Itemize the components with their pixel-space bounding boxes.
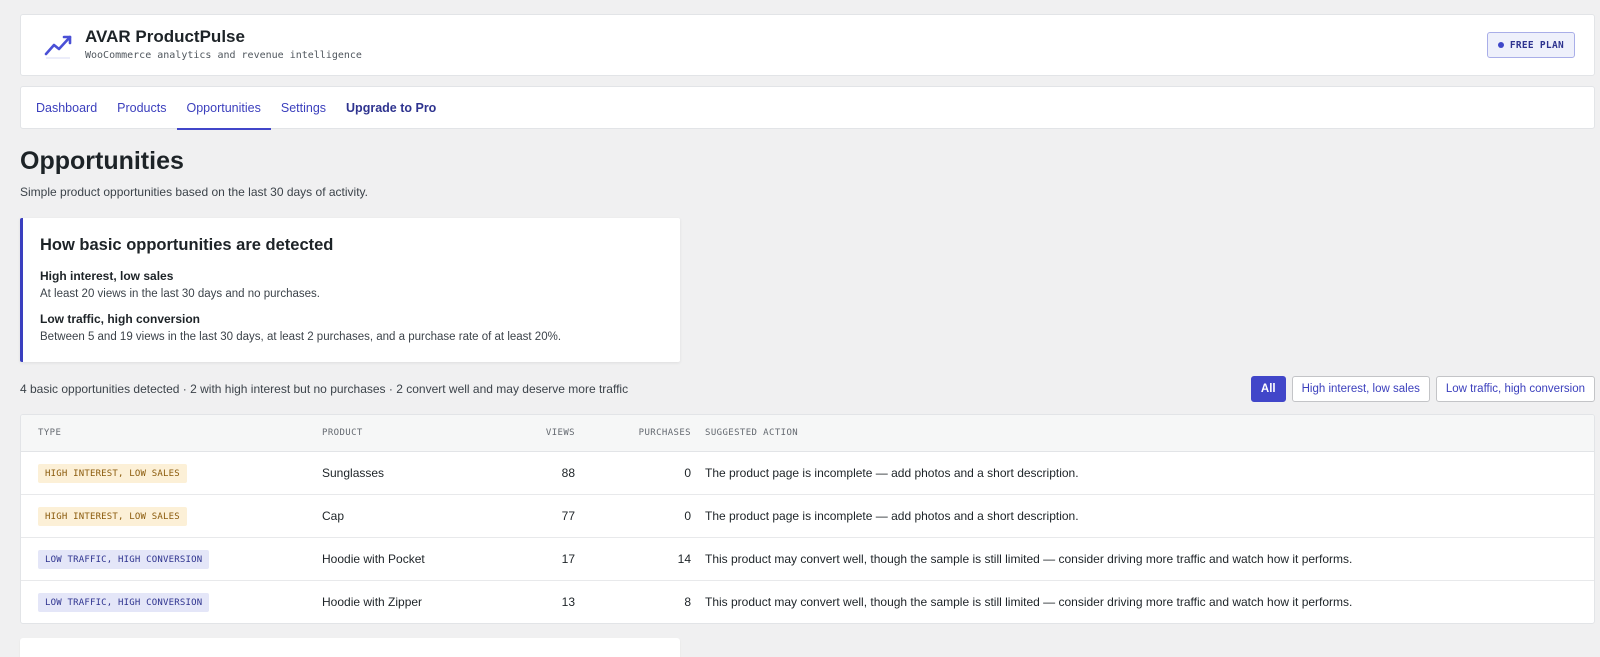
product-name: Sunglasses <box>322 466 385 480</box>
next-card <box>20 638 680 657</box>
tab-upgrade-to-pro[interactable]: Upgrade to Pro <box>336 87 446 129</box>
table-row: LOW TRAFFIC, HIGH CONVERSION Hoodie with… <box>21 538 1594 581</box>
criterion-description-low-traffic: Between 5 and 19 views in the last 30 da… <box>40 331 562 343</box>
suggested-action: The product page is incomplete — add pho… <box>705 509 1079 523</box>
criterion-title-low-traffic: Low traffic, high conversion <box>40 312 201 326</box>
criterion-title-high-interest: High interest, low sales <box>40 269 174 283</box>
table-row: HIGH INTEREST, LOW SALES Sunglasses 88 0… <box>21 452 1594 495</box>
column-header-product: PRODUCT <box>322 428 363 438</box>
tab-settings[interactable]: Settings <box>271 87 336 129</box>
app-header: AVAR ProductPulse WooCommerce analytics … <box>20 14 1595 76</box>
column-header-suggested-action: SUGGESTED ACTION <box>705 428 799 438</box>
table-header: TYPE PRODUCT VIEWS PURCHASES SUGGESTED A… <box>21 415 1594 452</box>
page-description: Simple product opportunities based on th… <box>20 185 368 199</box>
type-tag: LOW TRAFFIC, HIGH CONVERSION <box>38 593 210 612</box>
type-tag: HIGH INTEREST, LOW SALES <box>38 464 187 483</box>
opportunities-summary: 4 basic opportunities detected · 2 with … <box>20 382 629 396</box>
detection-info-card: How basic opportunities are detected Hig… <box>20 218 680 362</box>
views-value: 17 <box>561 552 575 566</box>
tab-opportunities[interactable]: Opportunities <box>176 87 272 130</box>
column-header-type: TYPE <box>38 428 62 438</box>
opportunities-table: TYPE PRODUCT VIEWS PURCHASES SUGGESTED A… <box>20 414 1595 624</box>
views-value: 77 <box>561 509 575 523</box>
nav-tabs: Dashboard Products Opportunities Setting… <box>20 86 1595 130</box>
column-header-views: VIEWS <box>545 428 575 438</box>
filter-low-traffic-button[interactable]: Low traffic, high conversion <box>1435 376 1595 402</box>
suggested-action: This product may convert well, though th… <box>705 595 1353 609</box>
table-row: HIGH INTEREST, LOW SALES Cap 77 0 The pr… <box>21 495 1594 538</box>
page-title: Opportunities <box>20 147 184 175</box>
product-name: Hoodie with Zipper <box>322 595 423 609</box>
plan-badge: FREE PLAN <box>1486 32 1575 58</box>
tab-dashboard[interactable]: Dashboard <box>26 87 107 129</box>
app-subtitle: WooCommerce analytics and revenue intell… <box>85 50 362 61</box>
column-header-purchases: PURCHASES <box>638 428 691 438</box>
views-value: 88 <box>561 466 575 480</box>
product-name: Hoodie with Pocket <box>322 552 425 566</box>
table-row: LOW TRAFFIC, HIGH CONVERSION Hoodie with… <box>21 581 1594 623</box>
purchases-value: 0 <box>684 466 691 480</box>
app-title: AVAR ProductPulse <box>85 27 245 46</box>
type-tag: HIGH INTEREST, LOW SALES <box>38 507 187 526</box>
suggested-action: This product may convert well, though th… <box>705 552 1353 566</box>
criterion-description-high-interest: At least 20 views in the last 30 days an… <box>40 288 320 300</box>
filter-high-interest-button[interactable]: High interest, low sales <box>1291 376 1430 402</box>
purchases-value: 14 <box>677 552 691 566</box>
product-name: Cap <box>322 509 345 523</box>
trend-line-icon <box>43 30 73 60</box>
suggested-action: The product page is incomplete — add pho… <box>705 466 1079 480</box>
views-value: 13 <box>561 595 575 609</box>
filter-all-button[interactable]: All <box>1250 376 1286 402</box>
purchases-value: 0 <box>684 509 691 523</box>
status-dot-icon <box>1497 42 1504 48</box>
type-tag: LOW TRAFFIC, HIGH CONVERSION <box>38 550 210 569</box>
purchases-value: 8 <box>684 595 691 609</box>
plan-badge-label: FREE PLAN <box>1509 39 1564 51</box>
info-card-title: How basic opportunities are detected <box>40 236 334 254</box>
tab-products[interactable]: Products <box>107 87 176 129</box>
filter-group: All High interest, low sales Low traffic… <box>1250 376 1595 402</box>
